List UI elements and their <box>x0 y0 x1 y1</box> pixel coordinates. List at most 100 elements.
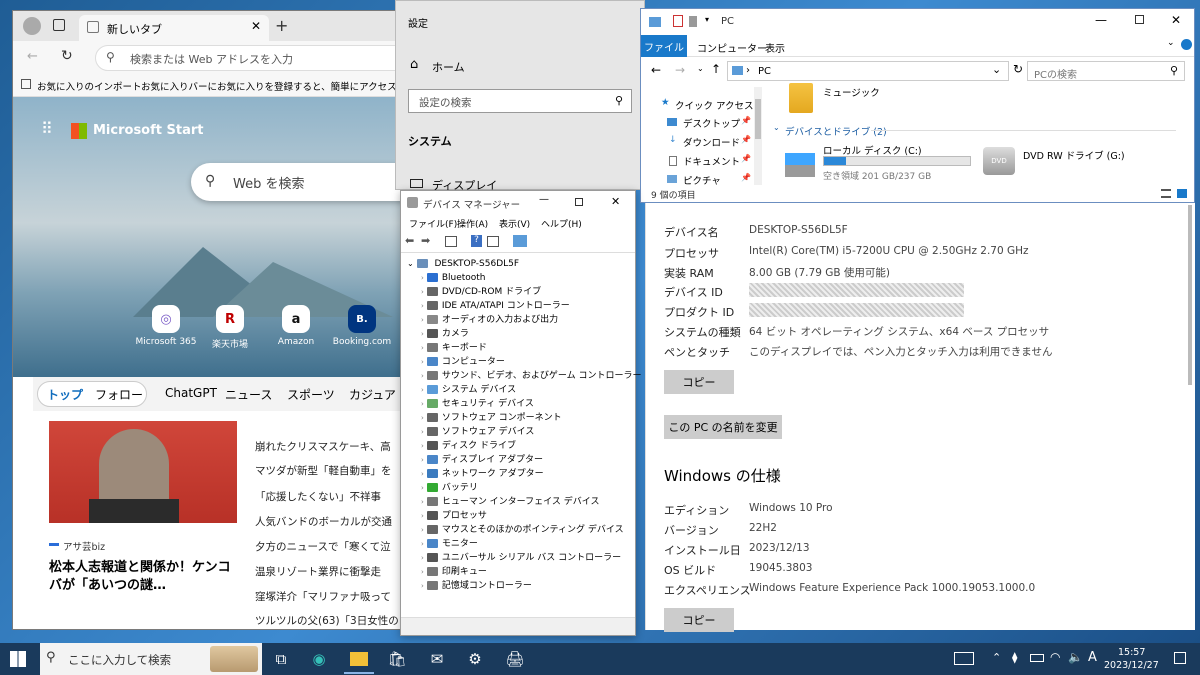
mail-icon[interactable]: ✉ <box>424 647 450 671</box>
back-icon[interactable]: ← <box>27 49 38 64</box>
ribbon-tab-view[interactable]: 表示 <box>765 40 785 55</box>
tab-new-tab[interactable]: 新しいタブ ✕ <box>79 15 269 41</box>
expand-icon[interactable]: › <box>421 344 424 352</box>
forward-icon[interactable]: → <box>675 63 685 77</box>
nav-item-desktop[interactable]: デスクトップ <box>683 116 740 130</box>
expand-ribbon-icon[interactable]: ⌄ <box>1167 38 1175 48</box>
headline[interactable]: 人気バンドのボーカルが交通 <box>255 514 392 529</box>
expand-icon[interactable]: › <box>421 582 424 590</box>
forward-icon[interactable]: ➡ <box>421 234 430 247</box>
device-category[interactable]: › IDE ATA/ATAPI コントローラー <box>421 299 633 313</box>
expand-icon[interactable]: › <box>421 540 424 548</box>
battery-icon[interactable] <box>1030 654 1044 662</box>
file-explorer-icon[interactable] <box>346 647 372 671</box>
expand-icon[interactable]: › <box>421 456 424 464</box>
settings-icon[interactable]: ⚙ <box>462 647 488 671</box>
minimize-icon[interactable]: — <box>539 194 549 205</box>
keyboard-icon[interactable] <box>954 652 974 665</box>
back-icon[interactable]: ← <box>651 63 661 77</box>
device-category[interactable]: › ソフトウェア デバイス <box>421 425 633 439</box>
qat-dropdown-icon[interactable]: ▾ <box>705 15 709 24</box>
expand-icon[interactable]: › <box>421 274 424 282</box>
menu-action[interactable]: 操作(A) <box>457 217 488 230</box>
headline[interactable]: 崩れたクリスマスケーキ、高 <box>255 439 391 454</box>
expand-icon[interactable]: › <box>421 358 424 366</box>
main-headline[interactable]: 松本人志報道と関係か！ケンコバが「あいつの謎… <box>49 559 239 595</box>
web-search-box[interactable]: ⚲ Web を検索 <box>191 163 411 201</box>
device-category[interactable]: › ディスク ドライブ <box>421 439 633 453</box>
device-category[interactable]: › バッテリ <box>421 481 633 495</box>
device-manager-taskbar-icon[interactable]: 🖨 <box>502 647 528 671</box>
nav-item-downloads[interactable]: ダウンロード <box>683 135 740 149</box>
taskbar-search[interactable]: ⚲ ここに入力して検索 <box>40 643 262 675</box>
headline[interactable]: 温泉リゾート業界に衝撃走 <box>255 564 381 579</box>
expand-icon[interactable]: › <box>421 330 424 338</box>
address-bar[interactable]: › PC ⌄ <box>727 61 1009 81</box>
apps-grid-icon[interactable]: ⠿ <box>41 119 53 138</box>
headline[interactable]: 夕方のニュースで「寒くて泣 <box>255 539 391 554</box>
expand-icon[interactable]: › <box>421 400 424 408</box>
expand-icon[interactable]: › <box>421 414 424 422</box>
clock-time[interactable]: 15:57 <box>1118 647 1145 658</box>
device-category[interactable]: › オーディオの入力および出力 <box>421 313 633 327</box>
recent-icon[interactable]: ⌄ <box>697 64 704 73</box>
expand-icon[interactable]: › <box>421 288 424 296</box>
scan-hardware-icon[interactable] <box>513 235 527 247</box>
profile-icon[interactable] <box>23 17 41 35</box>
properties-icon[interactable] <box>445 236 457 247</box>
explorer-search[interactable]: PCの検索 ⚲ <box>1027 61 1185 81</box>
details-view-icon[interactable] <box>1161 189 1171 198</box>
new-folder-icon[interactable] <box>689 16 697 27</box>
news-tab-chatgpt[interactable]: ChatGPT <box>165 386 217 400</box>
scrollbar[interactable] <box>1188 205 1192 385</box>
expand-icon[interactable]: › <box>421 316 424 324</box>
device-category[interactable]: › ヒューマン インターフェイス デバイス <box>421 495 633 509</box>
expand-icon[interactable]: › <box>421 512 424 520</box>
quicklink-amazon[interactable]: a Amazon <box>261 305 331 347</box>
rename-pc-button[interactable]: この PC の名前を変更 <box>664 415 782 439</box>
expand-icon[interactable]: › <box>421 428 424 436</box>
up-icon[interactable]: ↑ <box>711 62 721 76</box>
task-view-icon[interactable]: ⧉ <box>268 647 294 671</box>
help-icon[interactable]: ? <box>471 235 482 247</box>
expand-icon[interactable]: › <box>421 484 424 492</box>
device-category[interactable]: › 記憶域コントローラー <box>421 579 633 593</box>
new-tab-plus-icon[interactable]: + <box>275 16 288 35</box>
device-category[interactable]: › マウスとそのほかのポインティング デバイス <box>421 523 633 537</box>
expand-icon[interactable]: › <box>421 386 424 394</box>
properties-icon[interactable] <box>673 15 683 27</box>
menu-help[interactable]: ヘルプ(H) <box>541 217 582 230</box>
brand-title[interactable]: Microsoft Start <box>93 123 203 138</box>
dvd-drive[interactable]: DVD RW ドライブ (G:) <box>1023 148 1125 162</box>
news-tab-casual[interactable]: カジュア <box>349 386 396 403</box>
wifi-icon[interactable]: ◠ <box>1050 650 1060 664</box>
refresh-icon[interactable]: ↻ <box>1013 62 1023 76</box>
quicklink-rakuten[interactable]: R 楽天市場 <box>195 305 265 350</box>
device-category[interactable]: › Bluetooth <box>421 271 633 285</box>
update-driver-icon[interactable] <box>487 236 499 247</box>
chevron-up-icon[interactable]: ⌃ <box>992 651 1001 664</box>
large-icons-view-icon[interactable] <box>1177 189 1187 198</box>
minimize-icon[interactable]: — <box>1095 13 1107 27</box>
clock-date[interactable]: 2023/12/27 <box>1104 660 1159 671</box>
ribbon-tab-file[interactable]: ファイル <box>641 35 687 57</box>
device-category[interactable]: › 印刷キュー <box>421 565 633 579</box>
maximize-icon[interactable] <box>1135 15 1144 24</box>
dropdown-icon[interactable]: ⌄ <box>992 63 1001 76</box>
device-category[interactable]: › ネットワーク アダプター <box>421 467 633 481</box>
menu-file[interactable]: ファイル(F) <box>409 217 457 230</box>
expand-icon[interactable]: › <box>421 302 424 310</box>
device-category[interactable]: › サウンド、ビデオ、およびゲーム コントローラー <box>421 369 642 383</box>
music-folder[interactable]: ミュージック <box>823 85 880 99</box>
quicklink-m365[interactable]: ◎ Microsoft 365 <box>131 305 201 347</box>
group-collapse-icon[interactable]: ⌄ <box>773 123 780 132</box>
refresh-icon[interactable]: ↻ <box>61 48 73 64</box>
device-category[interactable]: › コンピューター <box>421 355 633 369</box>
back-icon[interactable]: ⬅ <box>405 234 414 247</box>
device-category[interactable]: › プロセッサ <box>421 509 633 523</box>
close-tab-icon[interactable]: ✕ <box>251 19 261 33</box>
settings-home[interactable]: ホーム <box>432 59 465 75</box>
start-button[interactable] <box>10 651 26 667</box>
expand-icon[interactable]: › <box>421 568 424 576</box>
network-icon[interactable]: ⧫ <box>1012 651 1017 664</box>
